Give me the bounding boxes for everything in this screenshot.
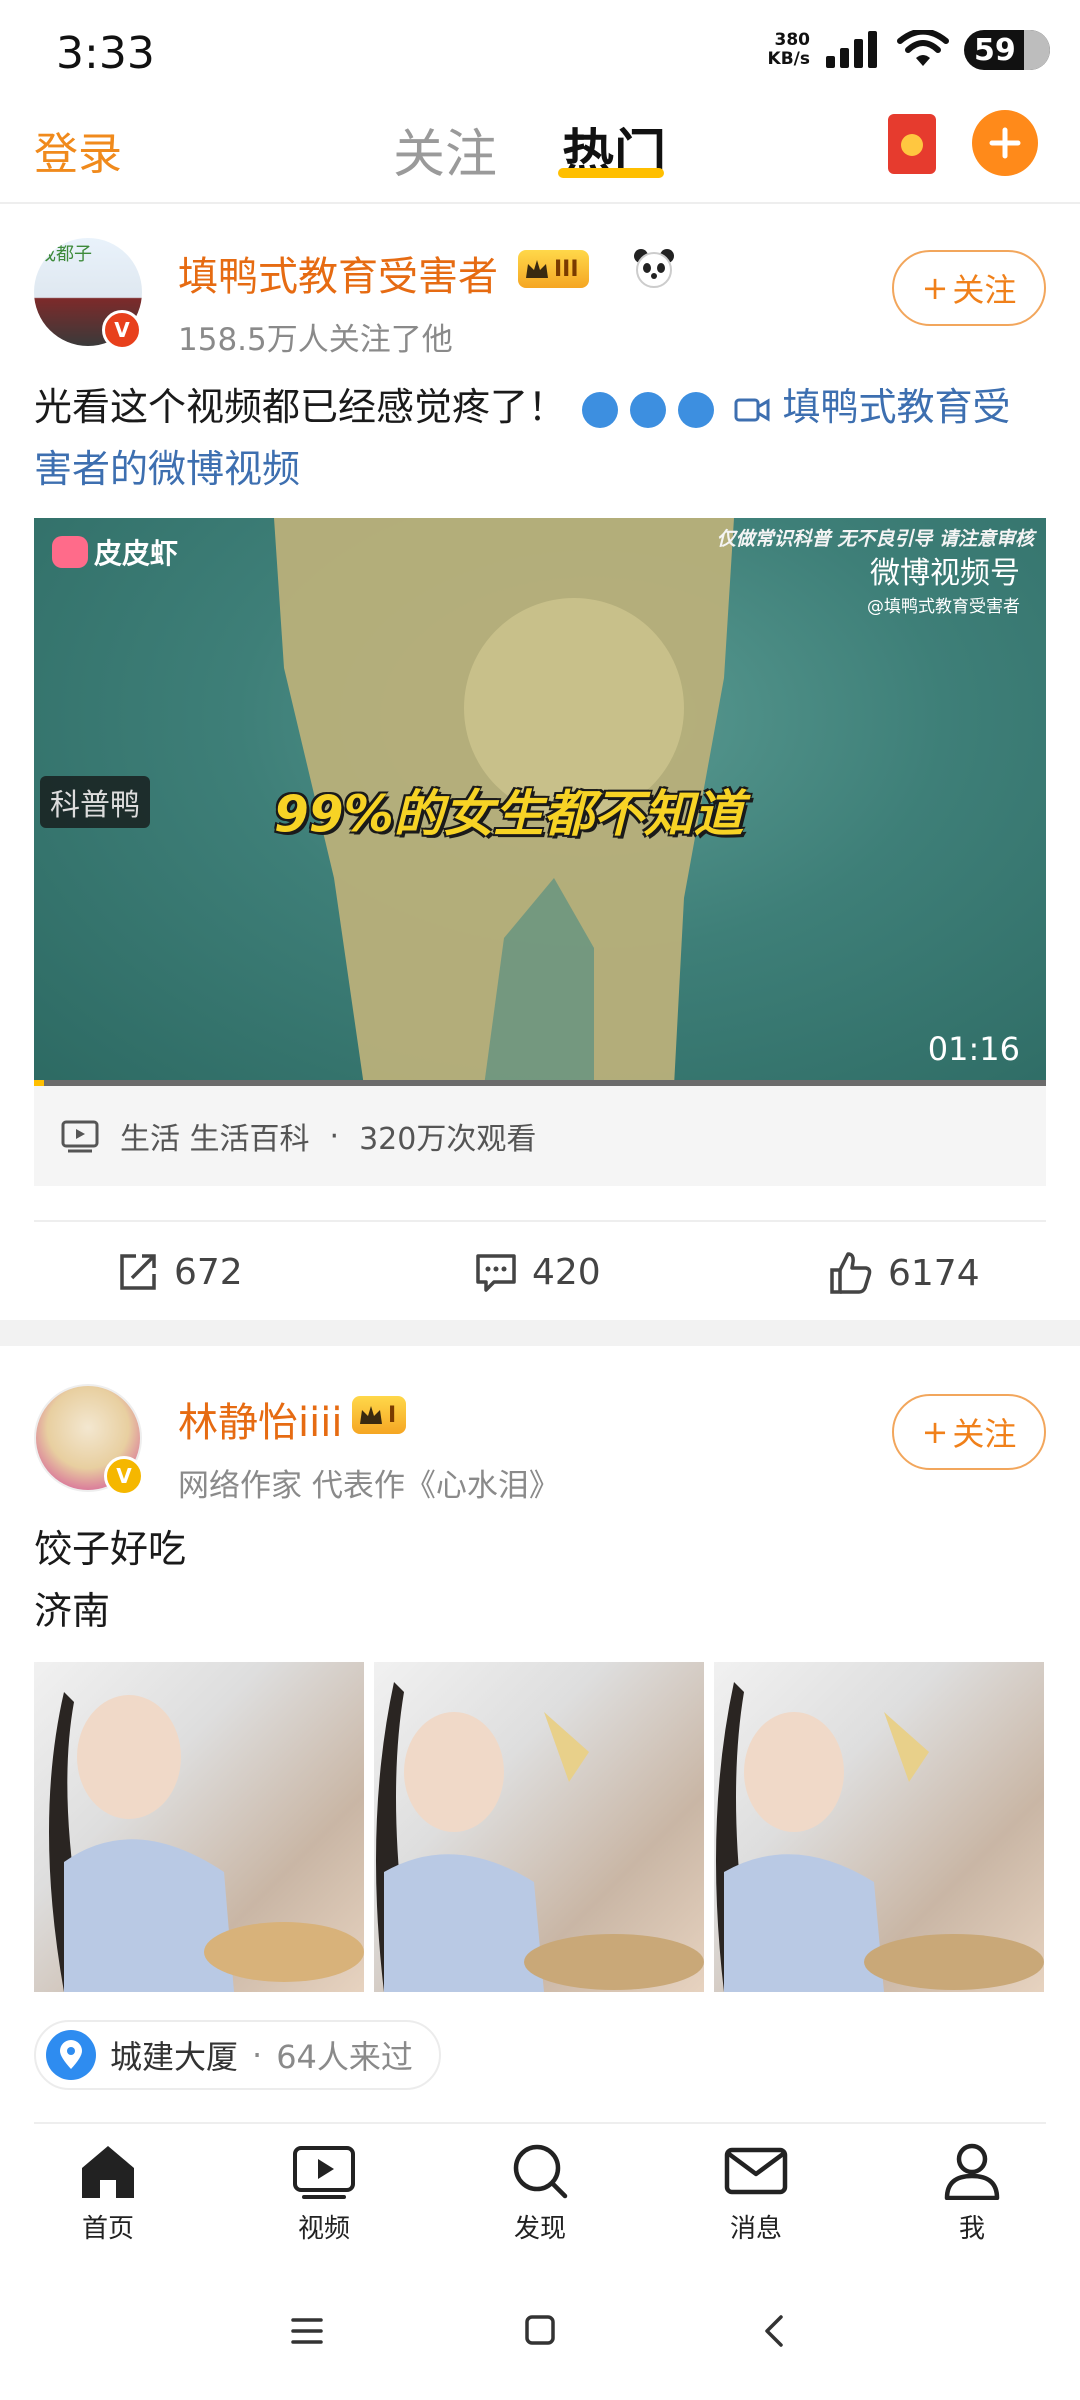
comment-icon: [476, 1254, 516, 1292]
status-icons: 380 KB/s 59: [768, 30, 1050, 70]
home-square-icon[interactable]: [524, 2314, 556, 2346]
post2-follow-button[interactable]: + 关注: [892, 1394, 1046, 1470]
post1-video-player[interactable]: 皮皮虾 仅做常识科普 无不良引导 请注意审核 微博视频号 @填鸭式教育受害者 科…: [34, 518, 1046, 1086]
location-pin-icon: [46, 2030, 96, 2080]
header-divider: [0, 202, 1080, 204]
video-views: 320万次观看: [359, 1122, 537, 1157]
member-level-badge: III: [518, 250, 589, 288]
like-button[interactable]: 6174: [828, 1250, 980, 1296]
status-time: 3:33: [56, 28, 155, 79]
video-info-bar[interactable]: 生活 生活百科 · 320万次观看: [34, 1086, 1046, 1186]
post2-username[interactable]: 林静怡iiii: [178, 1390, 342, 1448]
emoji-icon: [678, 391, 715, 428]
location-tag[interactable]: 城建大厦 · 64人来过: [34, 2020, 441, 2090]
post2-image-3[interactable]: [714, 1662, 1044, 1992]
back-icon[interactable]: [762, 2314, 786, 2348]
emoji-icon: [630, 391, 667, 428]
video-top-notice: 仅做常识科普 无不良引导 请注意审核: [716, 528, 1034, 550]
video-icon: [293, 2146, 355, 2199]
video-caption: 99%的女生都不知道: [274, 785, 744, 843]
plus-icon: +: [921, 1413, 949, 1451]
panda-icon: [632, 246, 676, 290]
tab-home[interactable]: 首页: [48, 2142, 168, 2245]
search-icon: [513, 2144, 568, 2199]
tab-follow[interactable]: 关注: [393, 112, 497, 187]
crown-icon: [360, 1406, 382, 1424]
net-speed: 380 KB/s: [767, 30, 810, 69]
tab-discover[interactable]: 发现: [480, 2142, 600, 2245]
post2-image-1[interactable]: [34, 1662, 364, 1992]
emoji-icon: [582, 391, 619, 428]
cellular-signal-icon: [826, 31, 877, 68]
shrimp-icon: [52, 536, 88, 568]
active-tab-indicator: [558, 168, 664, 178]
repost-icon: [120, 1254, 156, 1290]
compose-button[interactable]: [972, 110, 1038, 176]
mail-icon: [724, 2147, 788, 2195]
system-navigation-bar: [0, 2264, 1080, 2400]
user-icon: [944, 2143, 1000, 2200]
battery-indicator: 59: [964, 30, 1050, 70]
red-packet-icon[interactable]: [888, 114, 936, 174]
video-category: 生活 生活百科: [120, 1122, 310, 1157]
post2-image-2[interactable]: [374, 1662, 704, 1992]
video-play-icon: [61, 1120, 99, 1153]
video-side-tag: 科普鸭: [40, 776, 150, 828]
comment-button[interactable]: 420: [474, 1250, 601, 1294]
video-link-icon: [734, 397, 770, 422]
post2-text: 饺子好吃 济南: [34, 1527, 187, 1633]
video-watermark-logo: 皮皮虾: [52, 532, 178, 572]
post1-followers: 158.5万人关注了他: [178, 322, 453, 358]
video-duration: 01:16: [927, 1030, 1020, 1068]
wifi-icon: [897, 30, 949, 66]
photo-person: [376, 1682, 704, 1992]
tab-me[interactable]: 我: [912, 2142, 1032, 2245]
tab-messages[interactable]: 消息: [696, 2142, 816, 2245]
tab-video[interactable]: 视频: [264, 2142, 384, 2245]
menu-icon[interactable]: [290, 2316, 324, 2346]
verified-badge-icon: V: [102, 310, 142, 350]
post1-username[interactable]: 填鸭式教育受害者: [178, 244, 498, 302]
photo-person: [716, 1682, 1044, 1992]
post-separator: [0, 1320, 1080, 1346]
plus-icon: +: [921, 269, 949, 307]
post1-text: 光看这个视频都已经感觉疼了！: [34, 385, 567, 429]
avatar-tag: 成都子: [38, 244, 92, 265]
verified-badge-icon: V: [104, 1456, 144, 1496]
video-channel: 微博视频号 @填鸭式教育受害者: [867, 556, 1020, 617]
post1-text-block: 光看这个视频都已经感觉疼了！ 填鸭式教育受害者的微博视频: [34, 376, 1046, 500]
member-level-badge: I: [352, 1396, 407, 1434]
photo-person: [49, 1692, 364, 1992]
video-dot-separator: ·: [329, 1118, 340, 1154]
post1-follow-button[interactable]: + 关注: [892, 250, 1046, 326]
post1-actions: 672 420 6174: [0, 1222, 1080, 1322]
plus-icon: [989, 127, 1021, 159]
login-button[interactable]: 登录: [34, 118, 122, 182]
bottom-tab-bar: 首页 视频 发现 消息 我: [0, 2124, 1080, 2264]
crown-icon: [526, 260, 548, 278]
home-icon: [82, 2146, 134, 2198]
repost-button[interactable]: 672: [116, 1250, 243, 1294]
post2-bio: 网络作家 代表作《心水泪》: [178, 1468, 560, 1504]
thumbs-up-icon: [830, 1252, 872, 1294]
